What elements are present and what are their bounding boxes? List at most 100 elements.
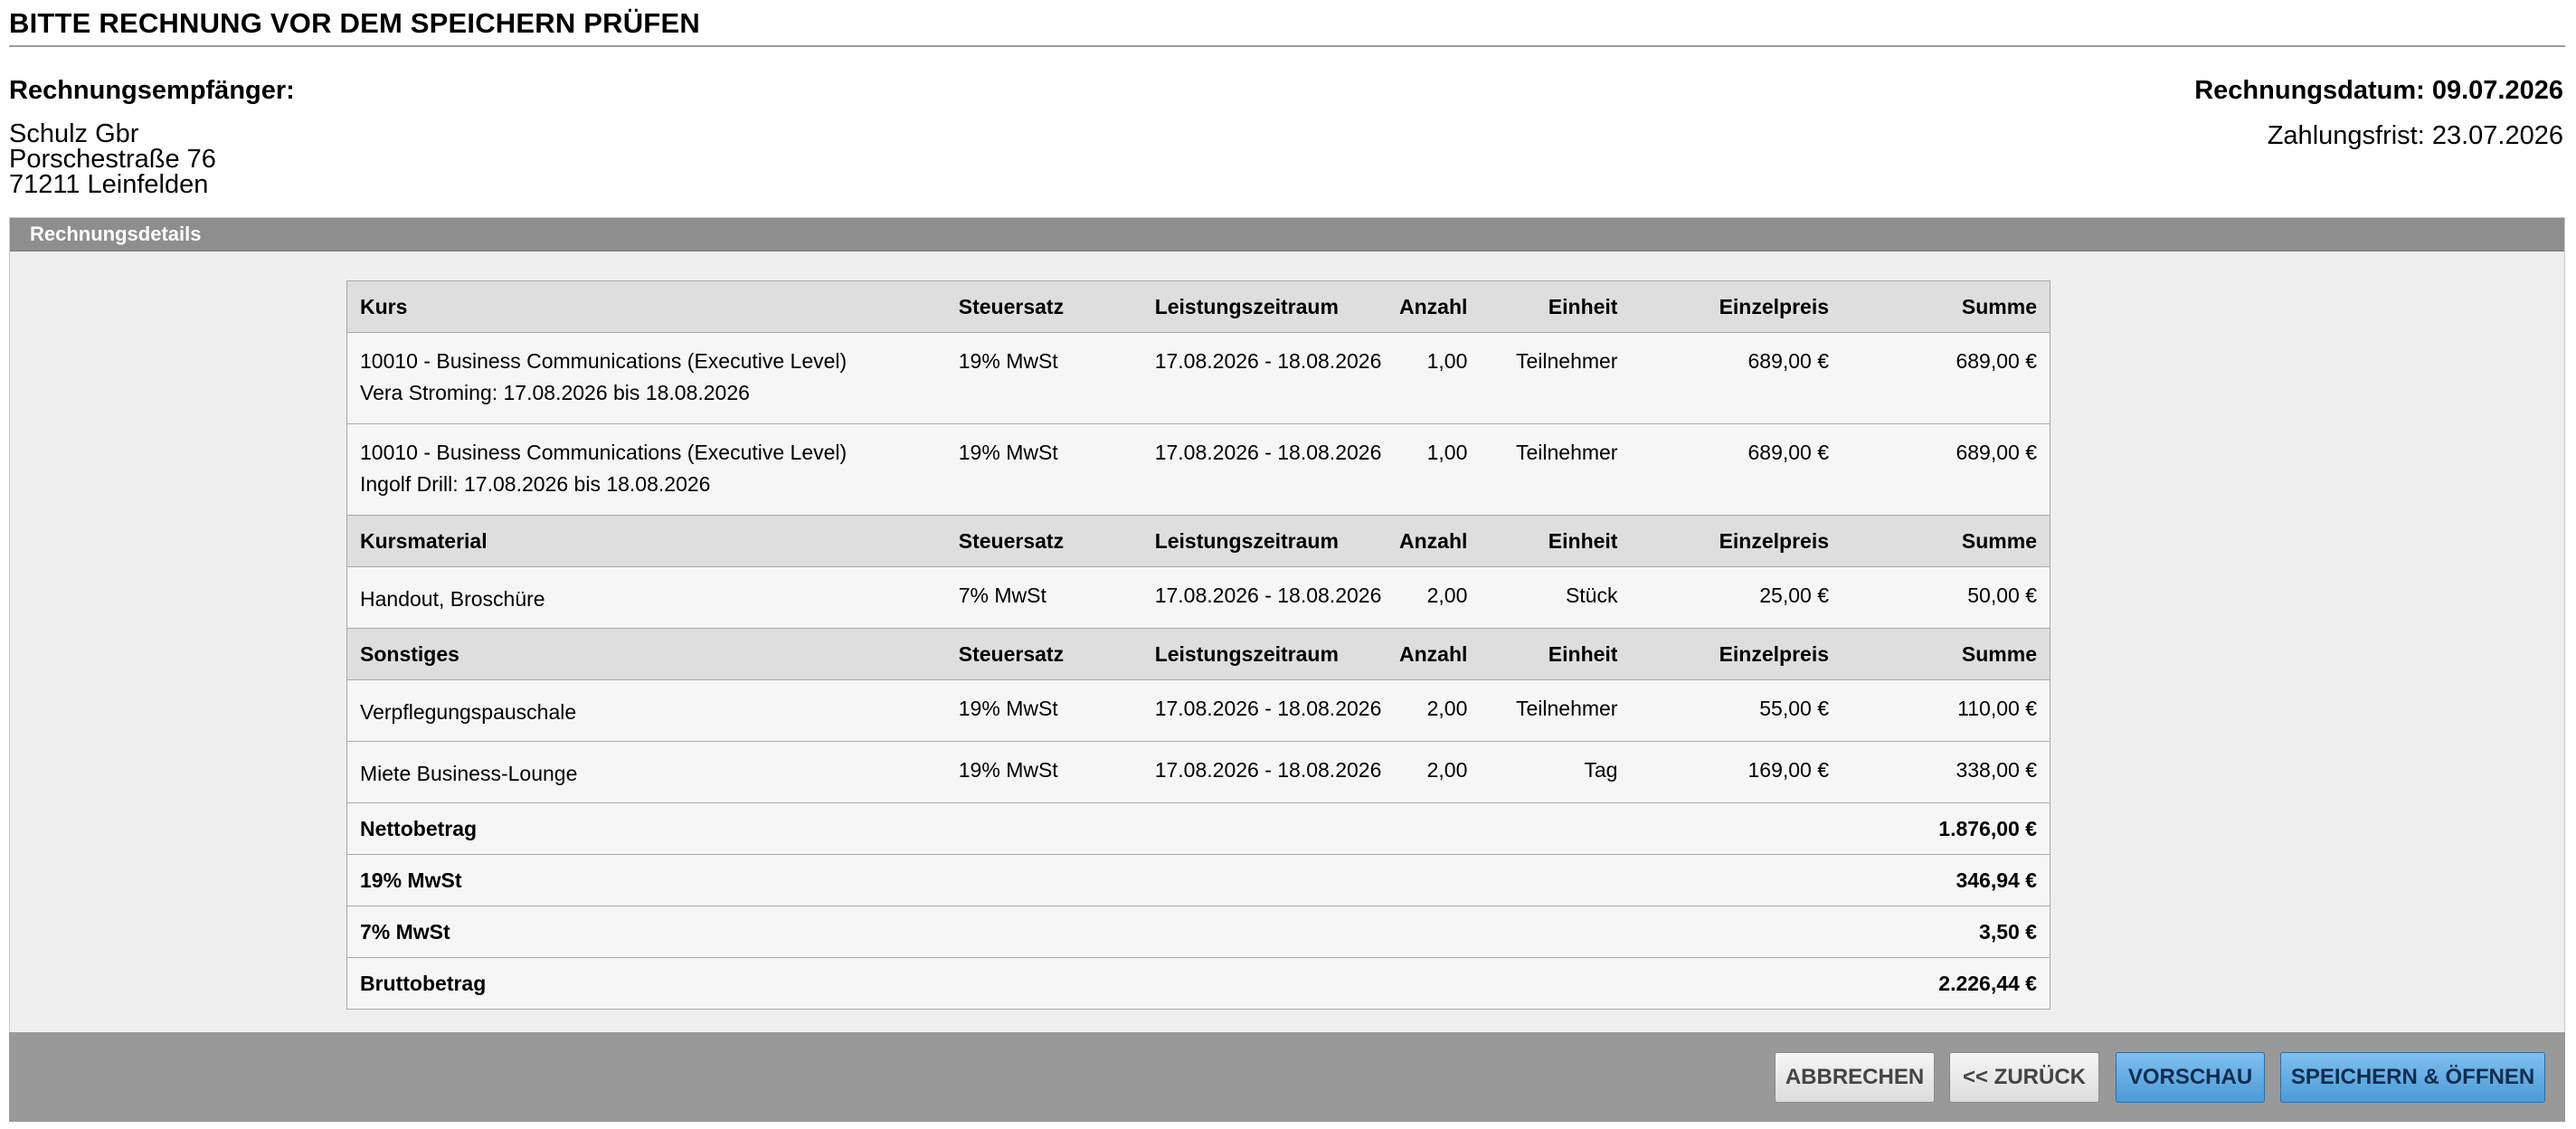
back-button[interactable]: << ZURÜCK (1949, 1052, 2099, 1103)
item-tax: 19% MwSt (945, 741, 1142, 803)
table-header-kursmaterial: Kursmaterial Steuersatz Leistungszeitrau… (346, 515, 2051, 567)
column-header: Steuersatz (945, 280, 1142, 333)
column-header: Leistungszeitraum (1141, 280, 1368, 333)
item-sum: 110,00 € (1842, 679, 2051, 742)
item-unit: Teilnehmer (1480, 332, 1631, 424)
invoice-details-panel: Rechnungsdetails Kurs Steuersatz Leistun… (9, 217, 2565, 1122)
preview-button[interactable]: VORSCHAU (2116, 1052, 2265, 1103)
table-row: Handout, Broschüre 7% MwSt 17.08.2026 - … (346, 566, 2051, 629)
column-header: Summe (1842, 515, 2051, 567)
column-header: Einzelpreis (1630, 280, 1842, 333)
item-unit: Teilnehmer (1480, 423, 1631, 516)
item-unit: Stück (1480, 566, 1631, 629)
column-header: Einheit (1480, 280, 1631, 333)
column-header: Summe (1842, 280, 2051, 333)
item-description: Miete Business-Lounge (346, 741, 946, 803)
item-quantity: 1,00 (1367, 423, 1481, 516)
item-detail: Ingolf Drill: 17.08.2026 bis 18.08.2026 (360, 472, 711, 496)
title-divider (9, 45, 2565, 47)
item-quantity: 2,00 (1367, 679, 1481, 742)
total-label: 19% MwSt (346, 854, 1842, 906)
item-unit-price: 55,00 € (1630, 679, 1842, 742)
item-description: 10010 - Business Communications (Executi… (346, 423, 946, 516)
table-row: Verpflegungspauschale 19% MwSt 17.08.202… (346, 679, 2051, 742)
recipient-label: Rechnungsempfänger: (9, 76, 295, 105)
total-label: 7% MwSt (346, 906, 1842, 958)
column-header: Anzahl (1367, 628, 1481, 680)
total-row-net: Nettobetrag 1.876,00 € (346, 802, 2051, 855)
due-date: Zahlungsfrist: 23.07.2026 (2267, 121, 2563, 150)
item-title: Handout, Broschüre (360, 587, 545, 611)
item-unit-price: 689,00 € (1630, 332, 1842, 424)
item-period: 17.08.2026 - 18.08.2026 (1141, 679, 1381, 742)
item-tax: 19% MwSt (945, 679, 1142, 742)
total-row-vat19: 19% MwSt 346,94 € (346, 854, 2051, 906)
item-description: Verpflegungspauschale (346, 679, 946, 742)
column-header: Leistungszeitraum (1141, 628, 1368, 680)
column-header: Kursmaterial (346, 515, 946, 567)
total-value: 2.226,44 € (1842, 957, 2051, 1010)
item-quantity: 2,00 (1367, 566, 1481, 629)
item-period: 17.08.2026 - 18.08.2026 (1141, 741, 1381, 803)
item-title: 10010 - Business Communications (Executi… (360, 441, 848, 464)
total-label: Nettobetrag (346, 802, 1842, 855)
item-quantity: 2,00 (1367, 741, 1481, 803)
invoice-date: Rechnungsdatum: 09.07.2026 (2194, 76, 2563, 105)
recipient-street: Porschestraße 76 (9, 145, 216, 174)
recipient-address: Schulz Gbr Porschestraße 76 71211 Leinfe… (9, 119, 216, 199)
item-sum: 689,00 € (1842, 332, 2051, 424)
recipient-city: 71211 Leinfelden (9, 170, 209, 199)
item-quantity: 1,00 (1367, 332, 1481, 424)
total-value: 3,50 € (1842, 906, 2051, 958)
item-tax: 19% MwSt (945, 332, 1142, 424)
item-period: 17.08.2026 - 18.08.2026 (1141, 423, 1381, 516)
item-unit-price: 169,00 € (1630, 741, 1842, 803)
item-period: 17.08.2026 - 18.08.2026 (1141, 566, 1381, 629)
item-description: 10010 - Business Communications (Executi… (346, 332, 946, 424)
page-title: BITTE RECHNUNG VOR DEM SPEICHERN PRÜFEN (9, 7, 700, 39)
table-header-kurs: Kurs Steuersatz Leistungszeitraum Anzahl… (346, 280, 2051, 333)
column-header: Einzelpreis (1630, 515, 1842, 567)
item-detail: Vera Stroming: 17.08.2026 bis 18.08.2026 (360, 381, 750, 404)
column-header: Einzelpreis (1630, 628, 1842, 680)
item-title: Verpflegungspauschale (360, 700, 577, 724)
item-description: Handout, Broschüre (346, 566, 946, 629)
item-sum: 50,00 € (1842, 566, 2051, 629)
column-header: Einheit (1480, 628, 1631, 680)
total-value: 1.876,00 € (1842, 802, 2051, 855)
item-title: Miete Business-Lounge (360, 762, 578, 785)
table-row: 10010 - Business Communications (Executi… (346, 332, 2051, 424)
column-header: Anzahl (1367, 515, 1481, 567)
item-unit: Teilnehmer (1480, 679, 1631, 742)
column-header: Summe (1842, 628, 2051, 680)
item-period: 17.08.2026 - 18.08.2026 (1141, 332, 1381, 424)
table-header-sonstiges: Sonstiges Steuersatz Leistungszeitraum A… (346, 628, 2051, 680)
column-header: Einheit (1480, 515, 1631, 567)
item-sum: 338,00 € (1842, 741, 2051, 803)
recipient-name: Schulz Gbr (9, 119, 139, 148)
column-header: Steuersatz (945, 628, 1142, 680)
item-tax: 7% MwSt (945, 566, 1142, 629)
item-unit-price: 689,00 € (1630, 423, 1842, 516)
column-header: Sonstiges (346, 628, 946, 680)
total-value: 346,94 € (1842, 854, 2051, 906)
column-header: Kurs (346, 280, 946, 333)
item-tax: 19% MwSt (945, 423, 1142, 516)
item-unit: Tag (1480, 741, 1631, 803)
cancel-button[interactable]: ABBRECHEN (1775, 1052, 1935, 1103)
invoice-table: Kurs Steuersatz Leistungszeitraum Anzahl… (346, 280, 2051, 1010)
item-sum: 689,00 € (1842, 423, 2051, 516)
item-title: 10010 - Business Communications (Executi… (360, 349, 848, 373)
total-row-vat7: 7% MwSt 3,50 € (346, 906, 2051, 958)
table-row: Miete Business-Lounge 19% MwSt 17.08.202… (346, 741, 2051, 803)
total-row-gross: Bruttobetrag 2.226,44 € (346, 957, 2051, 1010)
panel-title: Rechnungsdetails (30, 223, 202, 245)
column-header: Leistungszeitraum (1141, 515, 1368, 567)
panel-header: Rechnungsdetails (10, 218, 2564, 251)
column-header: Steuersatz (945, 515, 1142, 567)
column-header: Anzahl (1367, 280, 1481, 333)
table-row: 10010 - Business Communications (Executi… (346, 423, 2051, 516)
save-and-open-button[interactable]: SPEICHERN & ÖFFNEN (2280, 1052, 2545, 1103)
item-unit-price: 25,00 € (1630, 566, 1842, 629)
total-label: Bruttobetrag (346, 957, 1842, 1010)
